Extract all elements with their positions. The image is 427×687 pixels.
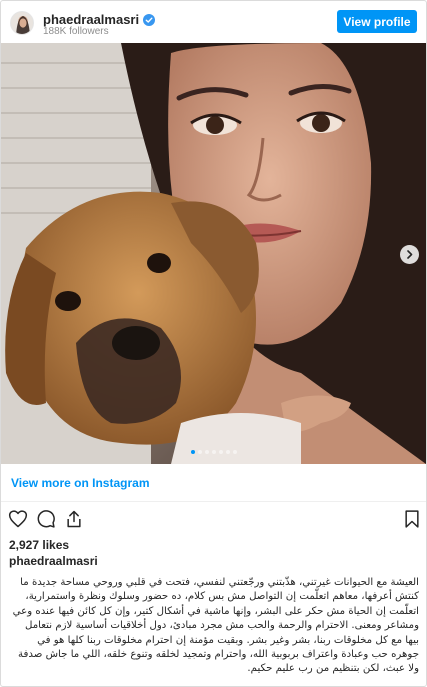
action-bar xyxy=(1,505,426,533)
caption-username[interactable]: phaedraalmasri xyxy=(9,554,98,568)
carousel-next-button[interactable] xyxy=(400,245,419,264)
view-more-link[interactable]: View more on Instagram xyxy=(1,464,426,502)
follower-count: 188K followers xyxy=(43,26,109,37)
carousel-dot xyxy=(211,450,216,454)
carousel-dot xyxy=(190,450,195,454)
like-count: 2,927 likes xyxy=(9,538,70,552)
chevron-right-icon xyxy=(407,250,413,259)
carousel-indicator xyxy=(1,450,426,454)
view-profile-button[interactable]: View profile xyxy=(337,10,417,33)
username[interactable]: phaedraalmasri xyxy=(43,12,139,27)
heart-icon[interactable] xyxy=(8,509,28,529)
carousel-dot xyxy=(225,450,230,454)
avatar[interactable] xyxy=(10,11,34,35)
carousel-dot xyxy=(197,450,202,454)
instagram-embed-card: phaedraalmasri 188K followers View profi… xyxy=(0,0,427,687)
username-row: phaedraalmasri xyxy=(43,11,156,27)
post-image[interactable] xyxy=(1,43,426,464)
carousel-dot xyxy=(204,450,209,454)
verified-badge-icon xyxy=(143,13,156,26)
carousel-dot xyxy=(218,450,223,454)
comment-icon[interactable] xyxy=(36,509,56,529)
share-icon[interactable] xyxy=(64,509,84,529)
caption-text: العيشة مع الحيوانات غيرتني، هذّبتني ورجّ… xyxy=(12,577,419,675)
bookmark-icon[interactable] xyxy=(402,509,422,529)
post-header: phaedraalmasri 188K followers View profi… xyxy=(1,1,426,43)
carousel-dot xyxy=(232,450,237,454)
